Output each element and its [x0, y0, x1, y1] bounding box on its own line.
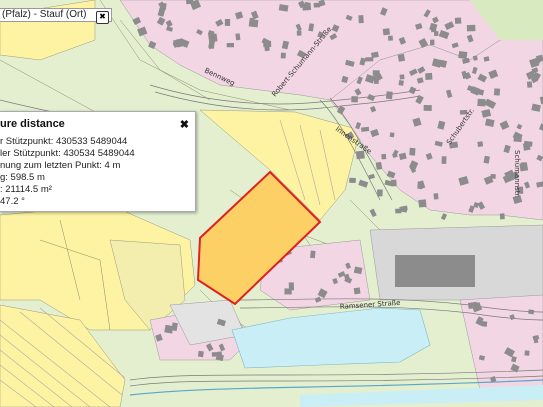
building [425, 72, 433, 80]
building [454, 17, 462, 24]
building [477, 98, 486, 107]
building [483, 56, 490, 62]
building [365, 57, 374, 62]
building [197, 350, 204, 358]
building [284, 288, 292, 295]
building [399, 74, 405, 80]
building [304, 1, 311, 8]
building [433, 193, 439, 200]
measure-line-angle: 47.2 ° [0, 196, 25, 207]
building [423, 105, 432, 111]
building [418, 199, 427, 208]
location-text: (Pfalz) - Stauf (Ort) [2, 9, 87, 20]
measure-line-segment-distance: nung zum letzten Punkt: 4 m [0, 160, 121, 171]
building [395, 208, 402, 214]
panel-title: ure distance [0, 118, 65, 130]
building [353, 287, 361, 295]
panel-header: ure distance ✖ [0, 112, 195, 136]
building [526, 81, 533, 88]
building [434, 31, 439, 36]
building [466, 24, 476, 32]
building [524, 350, 530, 356]
measure-line-previous-point: r Stützpunkt: 430533 5489044 [0, 136, 128, 147]
building [248, 19, 259, 28]
measure-line-current-point: ler Stützpunkt: 430534 5489044 [0, 148, 135, 159]
building [235, 33, 241, 41]
building [409, 147, 416, 156]
building [389, 132, 395, 138]
building [398, 80, 404, 86]
measure-line-area: : 21114.5 m² [0, 184, 52, 195]
location-close-icon[interactable]: ✖ [96, 11, 109, 24]
building [313, 2, 321, 8]
building [224, 19, 231, 26]
building [477, 141, 484, 147]
building [208, 33, 218, 43]
street-label-schumannstrasse: Schumannstr. [513, 150, 521, 198]
building [441, 156, 447, 164]
building [381, 153, 387, 160]
building [490, 173, 496, 179]
building [358, 15, 364, 24]
building [493, 88, 501, 96]
building [296, 30, 302, 36]
building [361, 126, 370, 132]
building [226, 43, 234, 48]
building [385, 91, 393, 100]
building [388, 35, 393, 41]
building [264, 45, 270, 52]
building [528, 309, 535, 315]
measure-line-total-length: g: 598.5 m [0, 172, 45, 183]
close-icon[interactable]: ✖ [180, 118, 189, 131]
building [310, 250, 316, 259]
building [376, 189, 383, 197]
building [186, 0, 194, 5]
building [349, 177, 356, 184]
panel-body: r Stützpunkt: 430533 5489044 ler Stützpu… [0, 136, 195, 208]
building [397, 53, 406, 62]
building [430, 39, 435, 46]
building [458, 51, 468, 60]
building [382, 28, 391, 36]
measure-distance-panel: ure distance ✖ r Stützpunkt: 430533 5489… [0, 111, 196, 212]
building [280, 52, 286, 59]
building [523, 140, 533, 147]
building [351, 96, 358, 103]
building [499, 213, 505, 220]
